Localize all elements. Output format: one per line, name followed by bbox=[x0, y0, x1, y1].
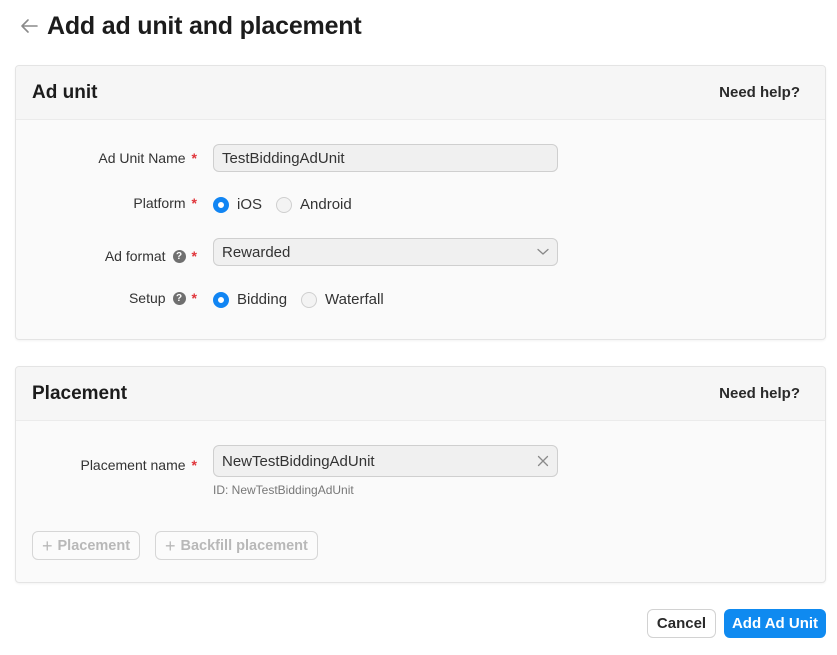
plus-icon: + bbox=[42, 535, 53, 556]
page-title: Add ad unit and placement bbox=[47, 11, 362, 40]
add-backfill-placement-button[interactable]: + Backfill placement bbox=[155, 531, 318, 560]
add-placement-button[interactable]: + Placement bbox=[32, 531, 141, 560]
page-header: Add ad unit and placement bbox=[18, 8, 362, 44]
required-asterisk: * bbox=[191, 195, 197, 211]
radio-checked[interactable] bbox=[213, 196, 229, 213]
radio-unchecked[interactable] bbox=[276, 196, 293, 213]
platform-row: Platform * iOS Android bbox=[16, 195, 825, 215]
required-asterisk: * bbox=[191, 457, 197, 473]
ad-unit-card-header: Ad unit Need help? bbox=[16, 66, 825, 120]
placement-name-input[interactable]: NewTestBiddingAdUnit bbox=[213, 445, 558, 477]
ad-unit-name-label: Ad Unit Name * bbox=[98, 150, 197, 166]
placement-card: Placement Need help? Placement name * Ne… bbox=[15, 366, 826, 583]
ad-format-row: Ad format ? * Rewarded bbox=[16, 238, 825, 266]
ad-unit-name-row: Ad Unit Name * TestBiddingAdUnit bbox=[16, 144, 825, 172]
question-circle-icon[interactable]: ? bbox=[172, 249, 186, 263]
setup-radio-group: Bidding Waterfall bbox=[213, 291, 398, 308]
setup-option-bidding[interactable]: Bidding bbox=[213, 291, 287, 308]
placement-id-text: ID: NewTestBiddingAdUnit bbox=[213, 483, 354, 497]
setup-option-waterfall[interactable]: Waterfall bbox=[301, 291, 384, 308]
placement-card-header: Placement Need help? bbox=[16, 367, 825, 421]
required-asterisk: * bbox=[191, 248, 197, 264]
ad-format-label: Ad format ? * bbox=[104, 248, 197, 264]
add-ad-unit-button[interactable]: Add Ad Unit bbox=[724, 609, 826, 638]
platform-option-android[interactable]: Android bbox=[276, 196, 352, 213]
placement-help-link[interactable]: Need help? bbox=[719, 385, 800, 402]
platform-label: Platform * bbox=[133, 195, 197, 211]
required-asterisk: * bbox=[191, 150, 197, 166]
ad-unit-name-input[interactable]: TestBiddingAdUnit bbox=[213, 144, 558, 172]
placement-name-row: Placement name * NewTestBiddingAdUnit bbox=[16, 445, 825, 477]
ad-unit-card: Ad unit Need help? Ad Unit Name * TestBi… bbox=[15, 65, 826, 340]
setup-row: Setup ? * Bidding Waterfall bbox=[16, 290, 825, 310]
close-icon[interactable] bbox=[537, 455, 549, 467]
platform-radio-group: iOS Android bbox=[213, 196, 366, 213]
setup-label: Setup ? * bbox=[128, 290, 197, 306]
chevron-down-icon bbox=[537, 248, 549, 255]
ad-unit-help-link[interactable]: Need help? bbox=[719, 84, 800, 101]
arrow-left-icon bbox=[21, 19, 38, 33]
ad-unit-section-title: Ad unit bbox=[32, 81, 98, 103]
platform-option-ios[interactable]: iOS bbox=[213, 196, 262, 213]
back-button[interactable] bbox=[18, 15, 40, 37]
cancel-button[interactable]: Cancel bbox=[647, 609, 716, 638]
radio-unchecked[interactable] bbox=[301, 291, 318, 308]
placement-name-label: Placement name * bbox=[80, 457, 197, 473]
plus-icon: + bbox=[165, 535, 176, 556]
ad-format-select[interactable]: Rewarded bbox=[213, 238, 558, 266]
required-asterisk: * bbox=[191, 290, 197, 306]
placement-section-title: Placement bbox=[32, 382, 128, 404]
radio-checked[interactable] bbox=[213, 291, 229, 308]
question-circle-icon[interactable]: ? bbox=[172, 291, 186, 305]
